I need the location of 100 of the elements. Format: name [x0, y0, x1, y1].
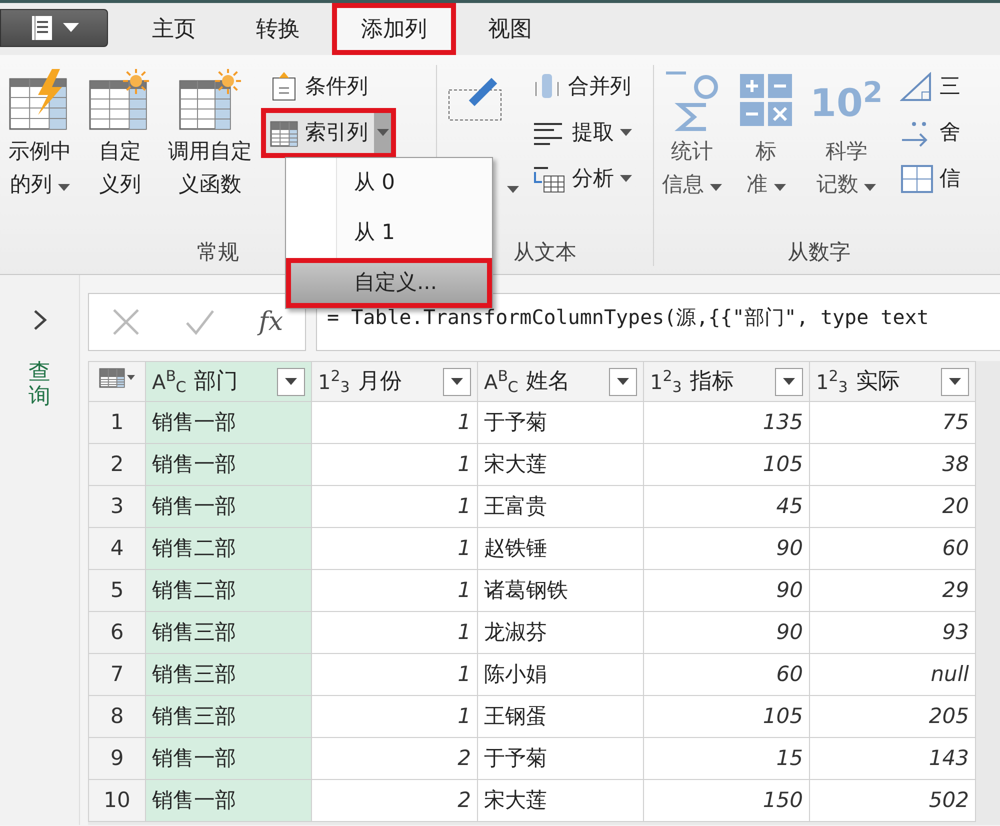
file-menu-button[interactable] — [0, 9, 108, 47]
filter-button[interactable] — [775, 368, 803, 396]
menu-item[interactable]: 从 0 — [337, 158, 492, 208]
chevron-icon — [32, 309, 46, 331]
caret-icon — [63, 23, 79, 33]
table-cell: 宋大莲 — [478, 780, 644, 822]
table-cell: 2 — [312, 780, 478, 822]
menu-item[interactable]: 自定义... — [286, 258, 492, 308]
caret-icon — [774, 184, 786, 192]
table-cell: 销售三部 — [146, 654, 312, 696]
filter-button[interactable] — [443, 368, 471, 396]
formula-field[interactable]: = Table.TransformColumnTypes(源,{{"部门", type text — [316, 293, 1000, 351]
table-cell: 于予菊 — [478, 738, 644, 780]
caret-icon — [285, 378, 297, 386]
ribbon-button[interactable]: 条件列 — [264, 65, 393, 109]
column-header[interactable]: A$^{B}$$_{C}$ 姓名 — [478, 362, 644, 402]
table-cell: 销售一部 — [146, 444, 312, 486]
table-cell: 王钢蛋 — [478, 696, 644, 738]
caret-icon — [127, 374, 135, 381]
ribbon-tab[interactable]: 添加列 — [332, 3, 456, 55]
table-cell: 1 — [312, 696, 478, 738]
table-cell: 105 — [644, 696, 810, 738]
ribbon-tab[interactable]: 主页 — [124, 3, 224, 55]
column-name: 姓名 — [526, 368, 572, 396]
row-number: 8 — [88, 696, 146, 738]
ribbon-button[interactable]: 调用自定 义函数 — [164, 65, 256, 238]
ribbon-tab[interactable]: 转换 — [228, 3, 328, 55]
table-icon — [99, 368, 125, 388]
ribbon-button[interactable]: 示例中 的列 — [4, 65, 76, 238]
row-number: 5 — [88, 570, 146, 612]
column-header[interactable]: A$^{B}$$_{C}$ 部门 — [146, 362, 312, 402]
ribbon-button[interactable]: 合并列 — [527, 65, 637, 109]
table-menu-button[interactable] — [99, 368, 135, 388]
table-cell: null — [810, 654, 976, 696]
table-cell: 20 — [810, 486, 976, 528]
table-cell: 60 — [644, 654, 810, 696]
table-cell: 1 — [312, 612, 478, 654]
table-cell: 1 — [312, 528, 478, 570]
filter-button[interactable] — [609, 368, 637, 396]
caret-icon — [710, 184, 722, 192]
column-name: 月份 — [358, 368, 403, 396]
table-cell: 1 — [312, 654, 478, 696]
table-cell: 1 — [312, 402, 478, 444]
ribbon-button[interactable]: 索引列 — [264, 111, 393, 155]
caret-icon — [377, 129, 389, 137]
table-cell: 502 — [810, 780, 976, 822]
table-cell: 90 — [644, 570, 810, 612]
table-cell: 销售一部 — [146, 780, 312, 822]
row-number: 1 — [88, 402, 146, 444]
filter-button[interactable] — [277, 368, 305, 396]
row-number: 10 — [88, 780, 146, 822]
table-cell: 赵铁锤 — [478, 528, 644, 570]
table-cell: 销售一部 — [146, 486, 312, 528]
table-cell: 销售一部 — [146, 402, 312, 444]
table-cell: 2 — [312, 738, 478, 780]
table-cell: 销售三部 — [146, 612, 312, 654]
column-header[interactable]: 1$^{2}$$_{3}$ 月份 — [312, 362, 478, 402]
table-arrow-icon — [532, 164, 566, 194]
ribbon-tab[interactable]: 视图 — [460, 3, 560, 55]
column-header[interactable]: 1$^{2}$$_{3}$ 实际 — [810, 362, 976, 402]
row-number: 9 — [88, 738, 146, 780]
sidebar-title[interactable]: 查询 — [28, 361, 50, 410]
caret-icon — [617, 378, 629, 386]
table-cell: 45 — [644, 486, 810, 528]
table-cell: 销售二部 — [146, 528, 312, 570]
expand-button[interactable] — [32, 309, 46, 331]
ribbon-button[interactable]: 10$^{2}$ 科学 记数 — [806, 65, 887, 238]
caret-icon — [783, 378, 795, 386]
ribbon-button[interactable]: 舍 — [894, 111, 966, 155]
ribbon-button[interactable]: 自定 义列 — [84, 65, 156, 238]
document-icon — [29, 15, 55, 41]
ribbon-button[interactable]: 标 准 — [734, 65, 798, 238]
column-name: 部门 — [194, 368, 240, 396]
table-sun-icon — [88, 69, 152, 131]
filter-button[interactable] — [941, 368, 969, 396]
ribbon-button[interactable]: 三 — [894, 65, 966, 109]
scientific-icon: 10$^{2}$ — [810, 75, 883, 125]
table-cell: 宋大莲 — [478, 444, 644, 486]
table-cell: 205 — [810, 696, 976, 738]
table-cell: 60 — [810, 528, 976, 570]
table-cell: 38 — [810, 444, 976, 486]
row-number: 3 — [88, 486, 146, 528]
column-name: 实际 — [856, 368, 901, 396]
group-label: 从文本 — [512, 239, 578, 266]
table-cell: 销售一部 — [146, 738, 312, 780]
ribbon-button[interactable]: 分析 — [527, 157, 637, 201]
table-cell: 90 — [644, 528, 810, 570]
table-cell: 销售三部 — [146, 696, 312, 738]
caret-icon — [620, 175, 632, 183]
caret-icon — [620, 129, 632, 137]
triangle-icon — [900, 72, 934, 102]
table-cell: 150 — [644, 780, 810, 822]
ribbon-button[interactable]: 提取 — [527, 111, 637, 155]
table-cell: 90 — [644, 612, 810, 654]
ribbon-button[interactable]: 统计 信息 — [658, 65, 726, 238]
table-cell: 29 — [810, 570, 976, 612]
table-cell: 1 — [312, 486, 478, 528]
column-header[interactable]: 1$^{2}$$_{3}$ 指标 — [644, 362, 810, 402]
table-cell: 1 — [312, 570, 478, 612]
ribbon-button[interactable]: 信 — [894, 157, 966, 201]
